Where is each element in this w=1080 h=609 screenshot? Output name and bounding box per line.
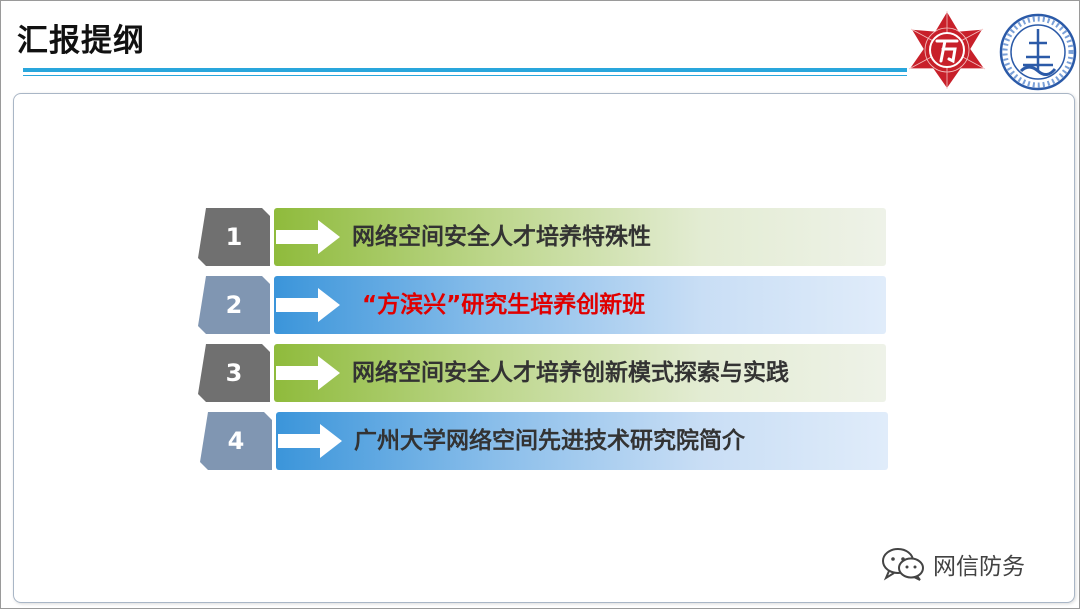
- arrow-right-icon: [278, 424, 342, 458]
- outline-bar: 网络空间安全人才培养创新模式探索与实践: [274, 344, 886, 402]
- outline-bar: 广州大学网络空间先进技术研究院简介: [276, 412, 888, 470]
- outline-label: 网络空间安全人才培养创新模式探索与实践: [352, 360, 789, 386]
- arrow-right-icon: [276, 356, 340, 390]
- outline-item-3[interactable]: 3 网络空间安全人才培养创新模式探索与实践: [198, 344, 886, 402]
- slide-title: 汇报提纲: [17, 23, 145, 59]
- outline-label: 广州大学网络空间先进技术研究院简介: [354, 428, 745, 454]
- outline-bar: 网络空间安全人才培养特殊性: [274, 208, 886, 266]
- outline-number-tab: 3: [198, 344, 270, 402]
- outline-number-tab: 2: [198, 276, 270, 334]
- arrow-right-icon: [276, 288, 340, 322]
- outline-number-tab: 1: [198, 208, 270, 266]
- outline-number-tab: 4: [200, 412, 272, 470]
- watermark: 网信防务: [881, 546, 1025, 582]
- outline-bar: “方滨兴”研究生培养创新班: [274, 276, 886, 334]
- institute-seal-icon: [999, 13, 1077, 91]
- outline-item-2[interactable]: 2 “方滨兴”研究生培养创新班: [198, 276, 886, 334]
- watermark-text: 网信防务: [933, 554, 1025, 580]
- slide-frame: 汇报提纲 1 网络空间安全人才培养特殊性 2 “方滨兴”研究生培养创新班 3 网…: [0, 0, 1080, 609]
- outline-item-1[interactable]: 1 网络空间安全人才培养特殊性: [198, 208, 886, 266]
- outline-label: 网络空间安全人才培养特殊性: [352, 224, 651, 250]
- university-emblem-icon: [907, 9, 987, 91]
- title-rule-thin: [23, 75, 907, 76]
- outline-item-4[interactable]: 4 广州大学网络空间先进技术研究院简介: [200, 412, 888, 470]
- wechat-icon: [882, 548, 924, 581]
- arrow-right-icon: [276, 220, 340, 254]
- outline-label: “方滨兴”研究生培养创新班: [362, 292, 646, 318]
- title-rule: [23, 68, 907, 72]
